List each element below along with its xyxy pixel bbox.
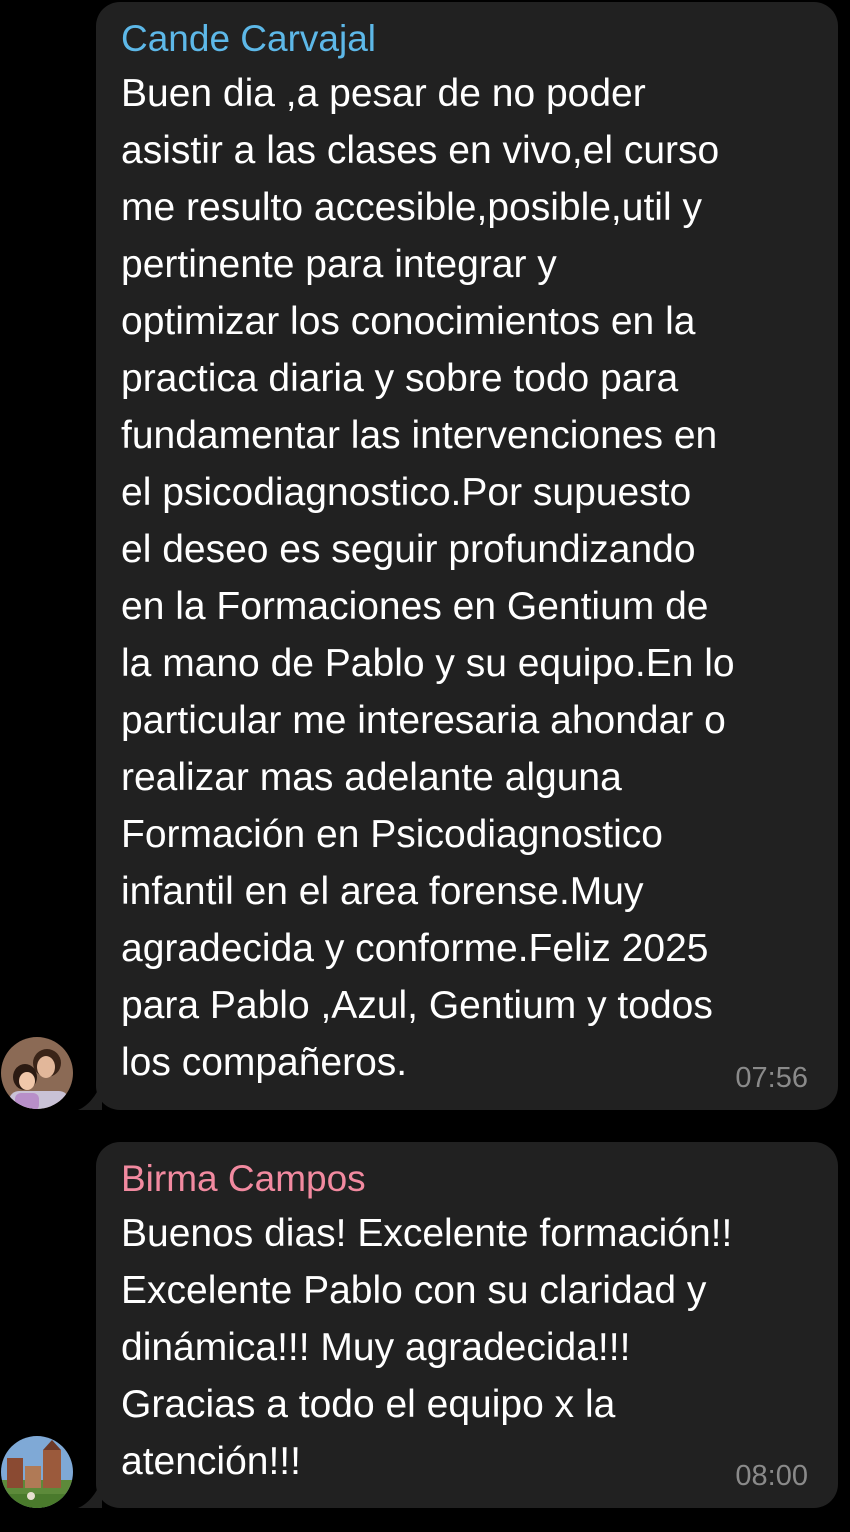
avatar[interactable] [1,1436,73,1508]
bubble-tail [78,1082,102,1110]
sender-name[interactable]: Cande Carvajal [121,16,812,62]
message-bubble[interactable]: Cande Carvajal Buen dia ,a pesar de no p… [78,2,838,1110]
avatar-photo-icon [1,1037,73,1109]
message-time: 07:56 [735,1062,808,1094]
message-time: 08:00 [735,1460,808,1492]
avatar-photo-icon [1,1436,73,1508]
bubble-tail [78,1480,102,1508]
message-text: Buenos dias! Excelente formación!! Excel… [121,1212,733,1483]
avatar[interactable] [1,1037,73,1109]
message-text: Buen dia ,a pesar de no poder asistir a … [121,72,735,1084]
message-bubble[interactable]: Birma Campos Buenos dias! Excelente form… [78,1142,838,1508]
sender-name[interactable]: Birma Campos [121,1156,812,1202]
